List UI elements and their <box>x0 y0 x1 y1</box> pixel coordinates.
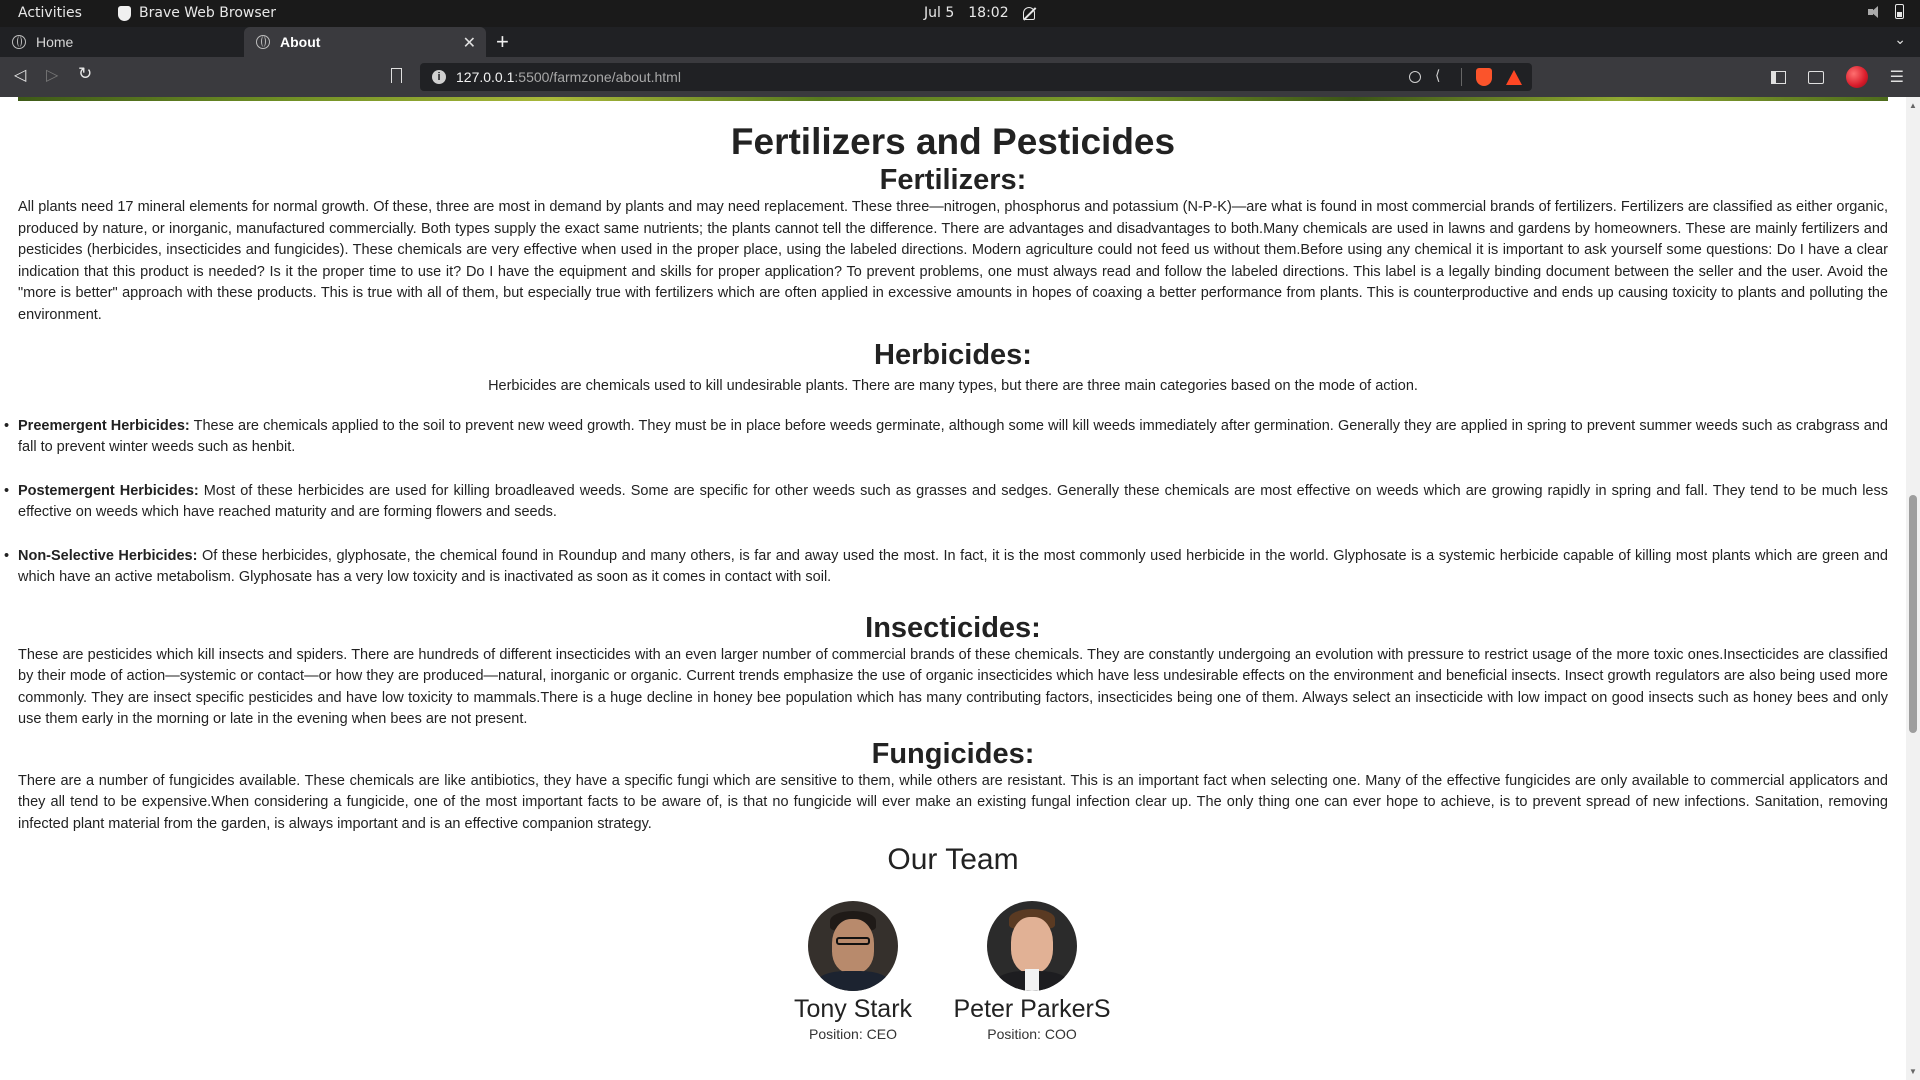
list-item-text: Most of these herbicides are used for ki… <box>18 482 1888 521</box>
profile-avatar-icon[interactable] <box>1845 66 1868 88</box>
member-name: Tony Stark <box>793 995 913 1023</box>
page-viewport: Fertilizers and Pesticides Fertilizers: … <box>0 97 1906 1080</box>
fungicides-text: There are a number of fungicides availab… <box>18 772 1888 832</box>
time: 18:02 <box>968 5 1009 21</box>
scroll-down-arrow-icon[interactable]: ▼ <box>1909 1067 1917 1076</box>
share-icon[interactable] <box>1435 67 1447 84</box>
fertilizers-heading: Fertilizers: <box>879 164 1027 196</box>
list-item-term: Preemergent Herbicides: <box>18 417 190 434</box>
new-tab-button[interactable]: + <box>496 29 509 55</box>
insecticides-text: These are pesticides which kill insects … <box>18 646 1888 728</box>
tab-label: Home <box>36 34 74 50</box>
brave-lion-icon <box>118 5 131 21</box>
close-tab-icon[interactable]: ✕ <box>463 33 476 53</box>
menu-icon[interactable]: ☰ <box>1890 67 1904 87</box>
list-item-term: Non-Selective Herbicides: <box>18 547 198 564</box>
avatar <box>987 901 1077 991</box>
hero-image-edge <box>18 97 1888 101</box>
system-tray[interactable] <box>1867 4 1904 19</box>
list-item: Non-Selective Herbicides: Of these herbi… <box>4 546 1888 589</box>
site-info-icon[interactable]: i <box>432 70 446 84</box>
list-item: Preemergent Herbicides: These are chemic… <box>4 416 1888 459</box>
globe-icon <box>256 35 270 49</box>
app-name: Brave Web Browser <box>139 5 276 21</box>
tab-label: About <box>280 34 321 50</box>
system-top-bar: Activities Brave Web Browser Jul 5 18:02 <box>0 0 1920 27</box>
scroll-up-arrow-icon[interactable]: ▲ <box>1909 101 1917 110</box>
page-title: Fertilizers and Pesticides <box>730 121 1176 162</box>
member-position: Position: COO <box>987 1026 1077 1042</box>
tab-about[interactable]: About ✕ <box>244 27 486 57</box>
tab-strip: Home About ✕ + ⌄ <box>0 27 1920 57</box>
fungicides-heading: Fungicides: <box>871 737 1035 770</box>
divider <box>1461 68 1462 86</box>
brave-shields-icon[interactable] <box>1476 68 1492 86</box>
date: Jul 5 <box>924 5 955 21</box>
globe-icon <box>12 35 26 49</box>
list-item: Postemergent Herbicides: Most of these h… <box>4 481 1888 524</box>
forward-button[interactable]: ▷ <box>46 65 58 85</box>
insecticides-heading: Insecticides: <box>865 611 1041 644</box>
browser-toolbar: ◁ ▷ ↻ i 127.0.0.1:5500/farmzone/about.ht… <box>0 57 1920 97</box>
member-position: Position: CEO <box>809 1026 897 1042</box>
page-scrollbar[interactable]: ▲ ▼ <box>1906 97 1920 1080</box>
member-name: Peter ParkerS <box>953 995 1111 1023</box>
brave-rewards-icon[interactable] <box>1506 69 1522 85</box>
activities-button[interactable]: Activities <box>18 5 82 21</box>
tab-search-chevron-icon[interactable]: ⌄ <box>1894 31 1906 48</box>
fertilizers-text: All plants need 17 mineral elements for … <box>18 199 1888 323</box>
address-bar[interactable]: i 127.0.0.1:5500/farmzone/about.html <box>420 63 1532 91</box>
wallet-icon[interactable] <box>1807 70 1824 84</box>
battery-icon <box>1895 4 1904 19</box>
team-heading: Our Team <box>887 843 1019 876</box>
url-path: :5500/farmzone/about.html <box>514 69 681 85</box>
list-item-text: Of these herbicides, glyphosate, the che… <box>18 547 1888 586</box>
clock[interactable]: Jul 5 18:02 <box>924 5 1035 21</box>
list-item-term: Postemergent Herbicides: <box>18 482 199 499</box>
reload-button[interactable]: ↻ <box>78 64 92 84</box>
sidebar-toggle-icon[interactable] <box>1770 70 1786 84</box>
herbicides-intro: Herbicides are chemicals used to kill un… <box>488 378 1418 394</box>
volume-muted-icon <box>1867 5 1881 19</box>
herbicides-heading: Herbicides: <box>874 339 1032 371</box>
notifications-muted-icon <box>1022 6 1035 20</box>
url-host: 127.0.0.1 <box>456 69 515 85</box>
bookmark-icon[interactable] <box>391 68 402 83</box>
avatar <box>808 901 898 991</box>
list-item-text: These are chemicals applied to the soil … <box>18 417 1888 456</box>
tab-home[interactable]: Home <box>0 27 242 57</box>
article: Fertilizers and Pesticides Fertilizers: … <box>4 115 1888 835</box>
app-menu[interactable]: Brave Web Browser <box>118 5 276 21</box>
herbicide-list: Preemergent Herbicides: These are chemic… <box>4 416 1888 589</box>
team-member-card: Peter ParkerS Position: COO <box>942 901 1122 1042</box>
back-button[interactable]: ◁ <box>14 65 26 85</box>
zoom-out-icon[interactable] <box>1409 71 1421 83</box>
scrollbar-thumb[interactable] <box>1909 495 1917 733</box>
team-member-card: Tony Stark Position: CEO <box>763 901 943 1042</box>
